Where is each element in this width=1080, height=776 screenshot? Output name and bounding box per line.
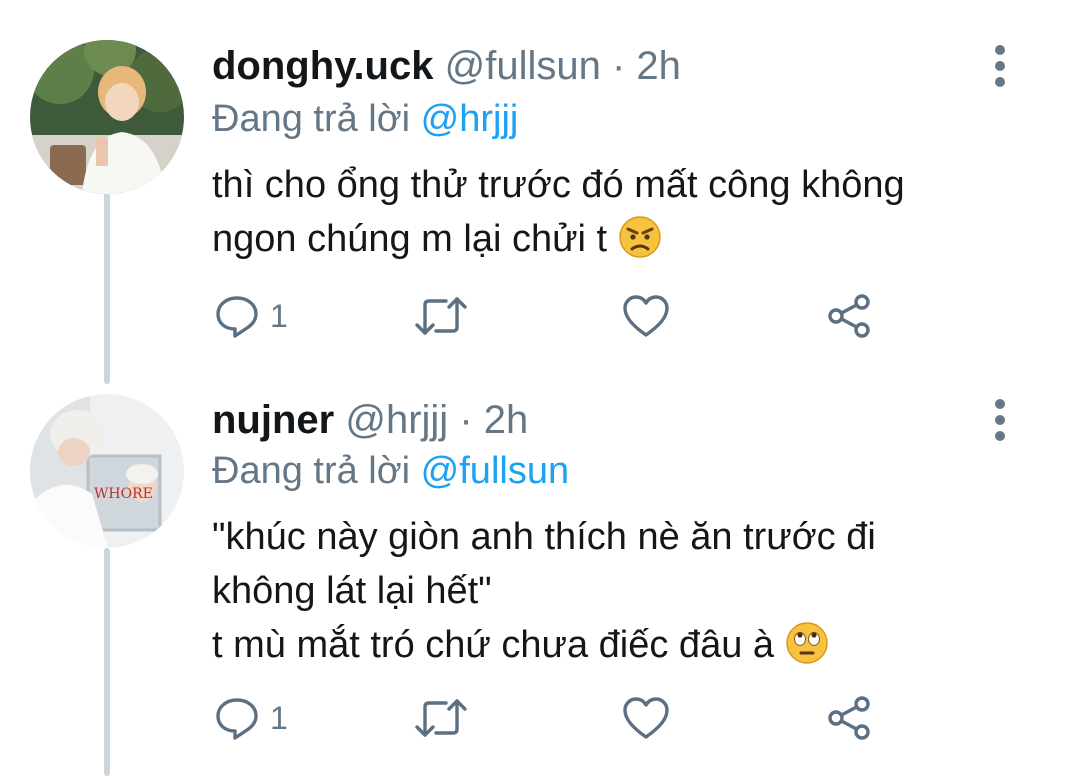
tweet[interactable]: WHORE nujner @hrjjj · 2h Đang trả lời @f…	[0, 394, 1080, 754]
reply-prefix: Đang trả lời	[212, 450, 411, 492]
like-icon	[623, 697, 669, 739]
reply-count: 1	[270, 699, 288, 736]
avatar[interactable]	[30, 40, 184, 194]
reply-mention-link[interactable]: @hrjjj	[421, 98, 519, 140]
reply-icon	[216, 698, 258, 740]
tweet[interactable]: donghy.uck @fullsun · 2h Đang trả lời @h…	[0, 40, 1080, 360]
display-name[interactable]: donghy.uck	[212, 44, 433, 88]
reply-context: Đang trả lời @fullsun	[212, 446, 569, 496]
timestamp[interactable]: 2h	[484, 398, 529, 442]
share-button[interactable]	[826, 688, 874, 748]
more-options-icon[interactable]	[986, 42, 1014, 90]
tweet-text-line: "khúc này giòn anh thích nè ăn trước đi	[212, 516, 876, 558]
tweet-text-line: thì cho ổng thử trước đó mất công không	[212, 164, 905, 206]
retweet-button[interactable]	[414, 286, 468, 346]
more-options-icon[interactable]	[986, 396, 1014, 444]
separator-dot: ·	[611, 44, 626, 88]
display-name[interactable]: nujner	[212, 398, 334, 442]
reply-button[interactable]: 1	[214, 688, 288, 748]
reply-prefix: Đang trả lời	[212, 98, 411, 140]
separator-dot: ·	[459, 398, 473, 442]
retweet-icon	[415, 297, 467, 335]
tweet-header: donghy.uck @fullsun · 2h	[212, 40, 681, 92]
retweet-icon	[415, 699, 467, 737]
tweet-actions: 1	[0, 286, 1080, 346]
share-icon	[828, 294, 870, 338]
tweet-actions: 1	[0, 688, 1080, 748]
timestamp[interactable]: 2h	[636, 44, 681, 88]
like-button[interactable]	[622, 688, 670, 748]
avatar[interactable]: WHORE	[30, 394, 184, 548]
username[interactable]: @hrjjj	[345, 398, 448, 442]
reply-button[interactable]: 1	[214, 286, 288, 346]
share-icon	[828, 696, 870, 740]
share-button[interactable]	[826, 286, 874, 346]
like-icon	[623, 295, 669, 337]
like-button[interactable]	[622, 286, 670, 346]
svg-text:WHORE: WHORE	[94, 486, 153, 502]
tweet-text-line-content: ngon chúng m lại chửi t	[212, 218, 608, 260]
tweet-text-line-content: t mù mắt tró chứ chưa điếc đâu à	[212, 624, 775, 666]
tweet-text-line: không lát lại hết"	[212, 570, 492, 612]
tweet-text-line: ngon chúng m lại chửi t	[212, 212, 905, 266]
username[interactable]: @fullsun	[445, 44, 601, 88]
tweet-text-line: t mù mắt tró chứ chưa điếc đâu à	[212, 618, 876, 672]
tweet-text: thì cho ổng thử trước đó mất công không …	[212, 158, 905, 266]
reply-icon	[216, 296, 258, 338]
reply-mention-link[interactable]: @fullsun	[421, 450, 569, 492]
face-with-rolling-eyes-icon	[785, 622, 828, 664]
angry-face-icon	[618, 216, 661, 258]
reply-context: Đang trả lời @hrjjj	[212, 94, 518, 144]
retweet-button[interactable]	[414, 688, 468, 748]
tweet-header: nujner @hrjjj · 2h	[212, 394, 528, 446]
reply-count: 1	[270, 297, 288, 334]
tweet-text: "khúc này giòn anh thích nè ăn trước đi …	[212, 510, 876, 672]
